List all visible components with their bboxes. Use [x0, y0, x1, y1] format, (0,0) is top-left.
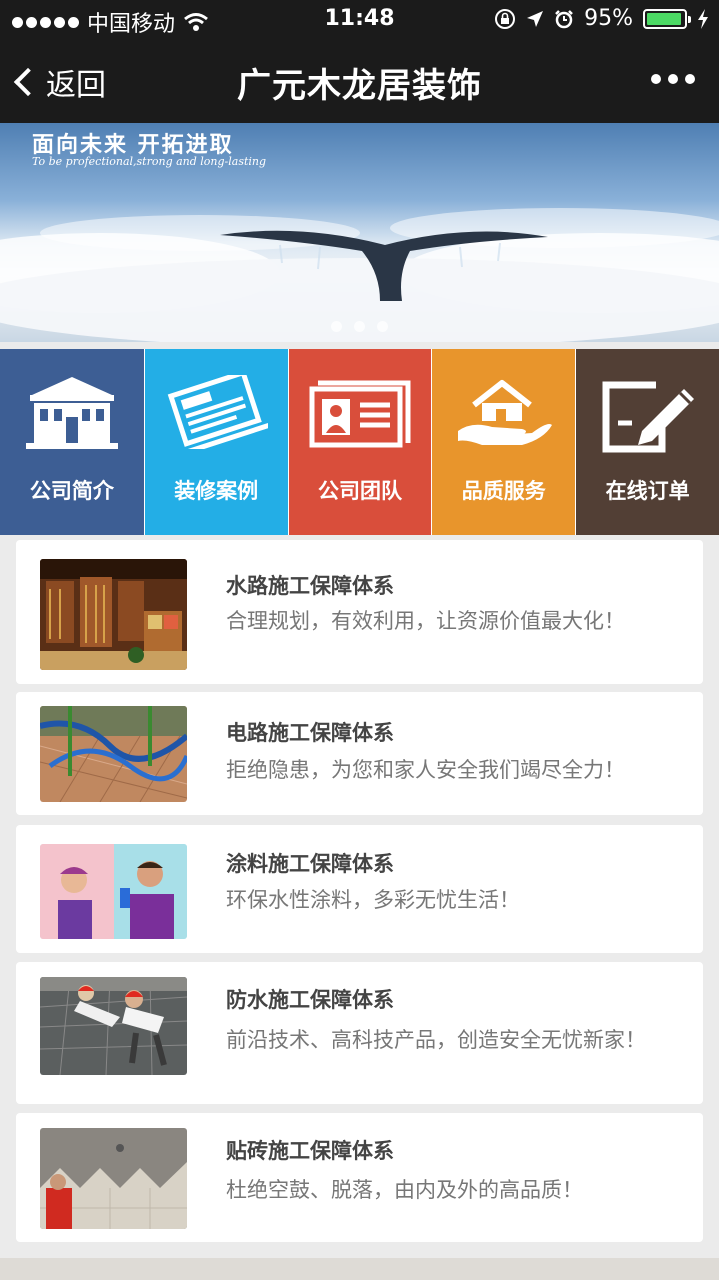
- carousel-dot[interactable]: [377, 321, 388, 332]
- page-title: 广元木龙居装饰: [237, 66, 482, 106]
- banner-subtitle: To be profectional,strong and long-lasti…: [32, 155, 267, 168]
- tile-label: 公司简介: [29, 479, 114, 503]
- tile-label: 装修案例: [174, 479, 259, 503]
- rotation-lock-icon: [495, 8, 516, 29]
- tile-quality-service[interactable]: 品质服务: [431, 349, 576, 535]
- item-title: 防水施工保障体系: [226, 988, 394, 1012]
- item-description: 前沿技术、高科技产品，创造安全无忧新家！: [226, 1028, 646, 1052]
- item-title: 水路施工保障体系: [226, 574, 394, 598]
- tile-company-team[interactable]: 公司团队: [287, 349, 432, 535]
- id-card-icon: [309, 380, 411, 448]
- item-description: 杜绝空鼓、脱落，由内及外的高品质！: [226, 1178, 583, 1202]
- location-arrow-icon: [527, 10, 544, 27]
- charging-icon: [698, 8, 708, 29]
- item-description: 拒绝隐患，为您和家人安全我们竭尽全力！: [226, 758, 625, 782]
- list-item[interactable]: 贴砖施工保障体系 杜绝空鼓、脱落，由内及外的高品质！: [16, 1113, 703, 1242]
- carousel-indicators[interactable]: [0, 321, 719, 332]
- nav-bar: 返回 广元木龙居装饰: [0, 40, 719, 123]
- thumbnail-tiling: [40, 1128, 187, 1229]
- building-icon: [25, 377, 118, 449]
- tile-label: 在线订单: [605, 479, 690, 503]
- banner-carousel[interactable]: 面向未来 开拓进取 To be profectional,strong and …: [0, 123, 719, 342]
- item-title: 贴砖施工保障体系: [226, 1139, 394, 1163]
- status-bar: 中国移动 11:48 95%: [0, 0, 719, 40]
- house-hand-icon: [457, 380, 552, 445]
- list-item[interactable]: 水路施工保障体系 合理规划，有效利用，让资源价值最大化！: [16, 540, 703, 684]
- thumbnail-painting: [40, 844, 187, 939]
- list-item[interactable]: 防水施工保障体系 前沿技术、高科技产品，创造安全无忧新家！: [16, 962, 703, 1104]
- thumbnail-waterproofing: [40, 977, 187, 1075]
- tile-label: 品质服务: [461, 479, 546, 503]
- alarm-icon: [555, 9, 573, 28]
- bottom-footer: [0, 1258, 719, 1280]
- newspaper-icon: [167, 375, 269, 449]
- thumbnail-electrical: [40, 706, 187, 802]
- battery-icon: [643, 8, 691, 29]
- list-item[interactable]: 电路施工保障体系 拒绝隐患，为您和家人安全我们竭尽全力！: [16, 692, 703, 815]
- tile-decoration-cases[interactable]: 装修案例: [143, 349, 288, 535]
- tile-online-order[interactable]: 在线订单: [575, 349, 719, 535]
- category-tiles: 公司简介 装修案例 公司团队 品质服务 在线订单: [0, 349, 719, 535]
- battery-percent: 95%: [584, 6, 633, 31]
- tile-company-intro[interactable]: 公司简介: [0, 349, 144, 535]
- item-description: 合理规划，有效利用，让资源价值最大化！: [226, 609, 625, 633]
- item-title: 涂料施工保障体系: [226, 852, 394, 876]
- carousel-dot[interactable]: [331, 321, 342, 332]
- edit-pen-icon: [602, 381, 694, 453]
- thumbnail-plumbing: [40, 559, 187, 670]
- more-menu-icon[interactable]: [651, 74, 695, 84]
- carousel-dot[interactable]: [354, 321, 365, 332]
- tile-label: 公司团队: [317, 479, 402, 503]
- item-description: 环保水性涂料，多彩无忧生活！: [226, 888, 520, 912]
- item-title: 电路施工保障体系: [226, 721, 394, 745]
- list-item[interactable]: 涂料施工保障体系 环保水性涂料，多彩无忧生活！: [16, 825, 703, 953]
